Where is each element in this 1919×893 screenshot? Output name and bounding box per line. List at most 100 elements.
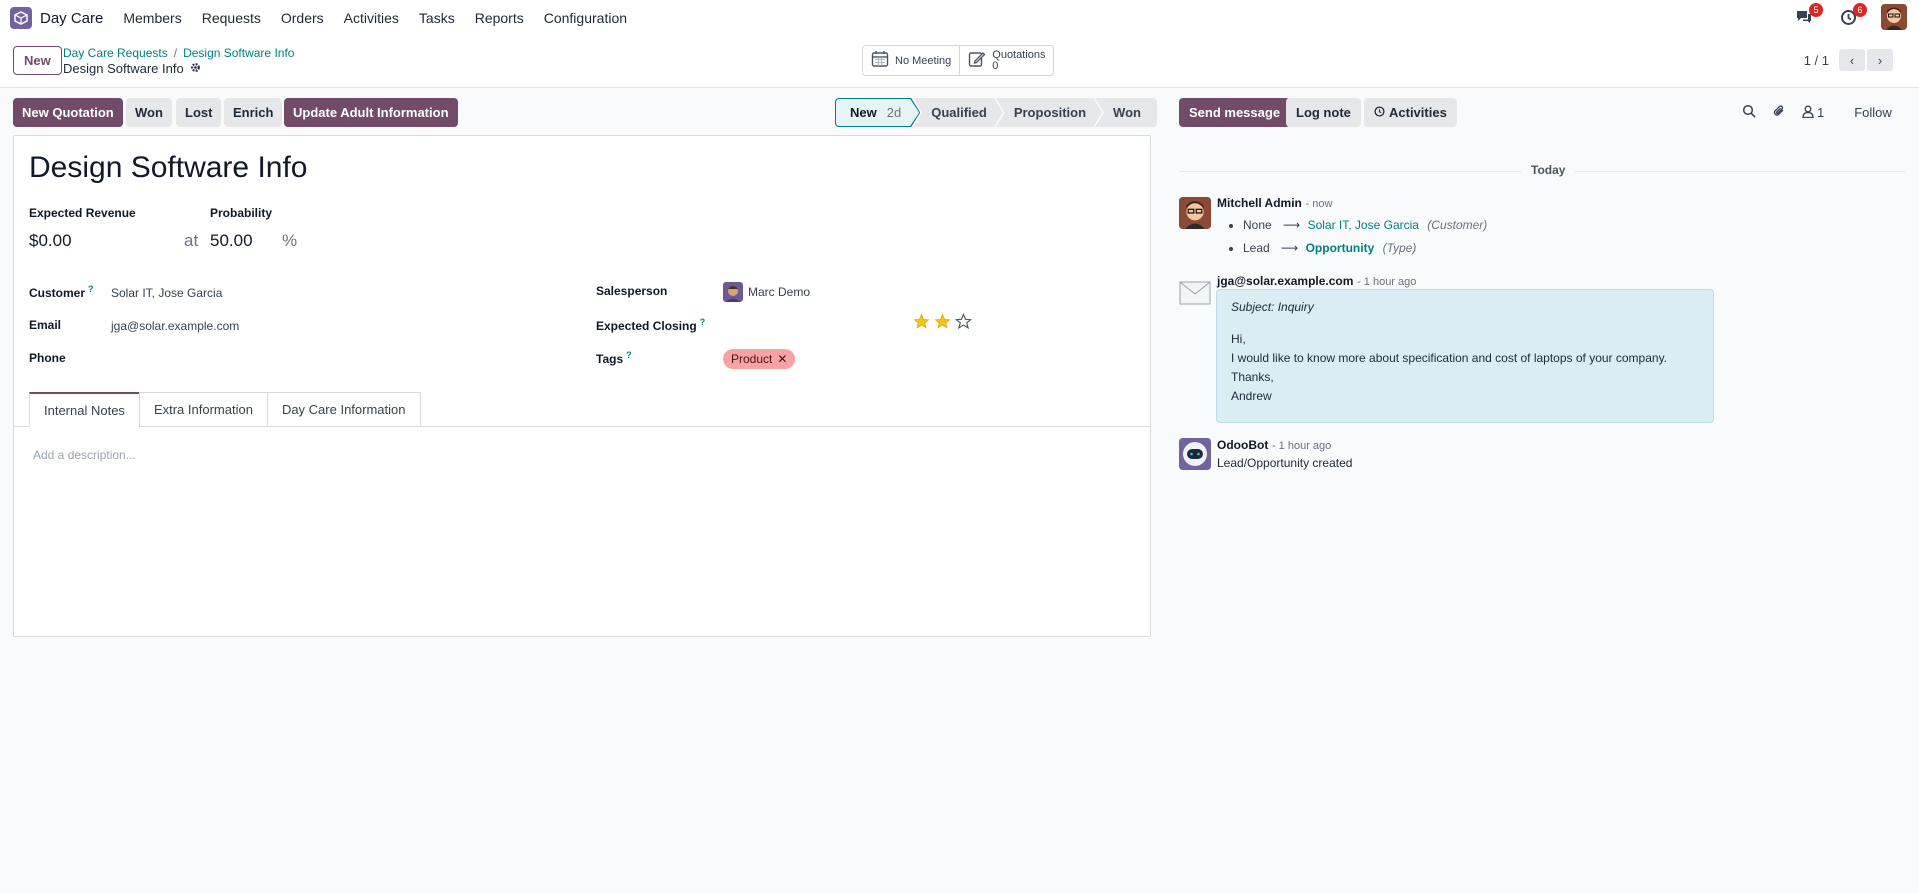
salesperson-avatar bbox=[723, 282, 743, 302]
follow-button[interactable]: Follow bbox=[1854, 105, 1892, 120]
stage-proposition[interactable]: Proposition bbox=[996, 98, 1102, 127]
message-mitchell-admin: Mitchell Admin - now bbox=[1217, 195, 1332, 210]
menu-requests[interactable]: Requests bbox=[202, 10, 261, 26]
change-old-value: None bbox=[1243, 218, 1272, 232]
paperclip-icon[interactable] bbox=[1772, 104, 1786, 121]
tags-help-icon[interactable]: ? bbox=[626, 350, 632, 360]
followers-button[interactable]: 1 bbox=[1802, 105, 1824, 121]
pager-next-button[interactable]: › bbox=[1867, 49, 1893, 71]
tag-remove-icon[interactable]: ✕ bbox=[777, 352, 787, 366]
chevron-left-icon: ‹ bbox=[1849, 52, 1855, 68]
message-author[interactable]: OdooBot bbox=[1217, 438, 1268, 452]
menu-configuration[interactable]: Configuration bbox=[544, 10, 627, 26]
messages-icon[interactable]: 5 bbox=[1793, 3, 1823, 28]
pager-value[interactable]: 1 / 1 bbox=[1804, 53, 1829, 68]
app-name[interactable]: Day Care bbox=[40, 10, 103, 27]
stage-qualified-label: Qualified bbox=[931, 105, 987, 120]
menu-tasks[interactable]: Tasks bbox=[419, 10, 455, 26]
email-line: Hi, bbox=[1231, 332, 1246, 346]
meeting-smart-button[interactable]: No Meeting bbox=[863, 46, 959, 75]
new-record-button[interactable]: New bbox=[13, 46, 62, 75]
message-odoobot: OdooBot - 1 hour ago bbox=[1217, 437, 1331, 452]
control-panel: New Day Care Requests / Design Software In… bbox=[0, 36, 1919, 88]
odoobot-avatar[interactable] bbox=[1179, 438, 1211, 470]
message-time: - now bbox=[1305, 198, 1333, 210]
probability-label: Probability bbox=[210, 206, 273, 220]
expected-closing-field[interactable] bbox=[723, 317, 893, 333]
gear-icon[interactable] bbox=[190, 61, 201, 76]
activities-button[interactable]: Activities bbox=[1364, 98, 1457, 127]
change-new-value[interactable]: Solar IT, Jose Garcia bbox=[1308, 218, 1419, 232]
tab-internal-notes[interactable]: Internal Notes bbox=[29, 392, 140, 427]
expected-revenue-field[interactable]: $0.00 bbox=[29, 231, 72, 251]
expected-closing-help-icon[interactable]: ? bbox=[700, 317, 706, 327]
log-note-button[interactable]: Log note bbox=[1286, 98, 1361, 127]
arrow-right-icon: ⟶ bbox=[1281, 241, 1299, 255]
activities-clock-icon[interactable]: 6 bbox=[1837, 3, 1867, 28]
pager-previous-button[interactable]: ‹ bbox=[1839, 49, 1865, 71]
stage-new-label: New bbox=[850, 105, 877, 120]
customer-label: Customer? bbox=[29, 284, 94, 300]
today-label: Today bbox=[1521, 163, 1576, 177]
calendar-icon bbox=[871, 50, 889, 71]
opportunity-title[interactable]: Design Software Info bbox=[29, 151, 307, 185]
email-field[interactable]: jga@solar.example.com bbox=[111, 319, 239, 333]
customer-field[interactable]: Solar IT, Jose Garcia bbox=[111, 286, 222, 300]
update-adult-information-button[interactable]: Update Adult Information bbox=[284, 98, 458, 127]
tag-product[interactable]: Product ✕ bbox=[723, 349, 796, 369]
messages-badge: 5 bbox=[1809, 3, 1823, 17]
customer-help-icon[interactable]: ? bbox=[88, 284, 94, 294]
phone-field[interactable] bbox=[111, 351, 411, 367]
app-logo-icon[interactable] bbox=[10, 7, 32, 29]
change-new-value[interactable]: Opportunity bbox=[1306, 241, 1375, 255]
tab-extra-information[interactable]: Extra Information bbox=[138, 392, 268, 427]
change-old-value: Lead bbox=[1243, 241, 1270, 255]
arrow-right-icon: ⟶ bbox=[1283, 218, 1301, 232]
change-field: (Customer) bbox=[1427, 218, 1488, 232]
message-author[interactable]: Mitchell Admin bbox=[1217, 196, 1302, 210]
clock-icon bbox=[1374, 105, 1385, 120]
menu-reports[interactable]: Reports bbox=[475, 10, 524, 26]
stage-won-label: Won bbox=[1113, 105, 1141, 120]
activities-button-label: Activities bbox=[1389, 105, 1447, 120]
salesperson-label: Salesperson bbox=[596, 284, 668, 298]
breadcrumb-parent-link[interactable]: Day Care Requests bbox=[63, 46, 168, 60]
breadcrumb-current-link[interactable]: Design Software Info bbox=[183, 46, 294, 60]
menu-activities[interactable]: Activities bbox=[344, 10, 399, 26]
lost-button[interactable]: Lost bbox=[176, 98, 222, 127]
message-author[interactable]: jga@solar.example.com bbox=[1217, 274, 1353, 288]
priority-star-1-icon[interactable] bbox=[913, 313, 930, 333]
new-quotation-button[interactable]: New Quotation bbox=[13, 98, 123, 127]
priority-star-2-icon[interactable] bbox=[934, 313, 951, 333]
menu-members[interactable]: Members bbox=[123, 10, 181, 26]
chatter-toolbar: 1 Follow bbox=[1742, 104, 1892, 121]
probability-field[interactable]: 50.00 bbox=[210, 231, 253, 251]
priority-star-3-icon[interactable] bbox=[954, 312, 973, 333]
tab-day-care-information[interactable]: Day Care Information bbox=[266, 392, 421, 427]
mitchell-admin-avatar[interactable] bbox=[1179, 197, 1211, 229]
breadcrumb: Day Care Requests / Design Software Info bbox=[63, 46, 294, 60]
search-icon[interactable] bbox=[1742, 104, 1756, 121]
email-line: I would like to know more about specific… bbox=[1231, 351, 1668, 365]
change-field: (Type) bbox=[1382, 241, 1417, 255]
stage-qualified[interactable]: Qualified bbox=[913, 98, 1003, 127]
description-editor[interactable]: Add a description... bbox=[33, 448, 136, 462]
user-icon bbox=[1802, 105, 1814, 121]
message-time: - 1 hour ago bbox=[1357, 276, 1417, 288]
send-message-button[interactable]: Send message bbox=[1179, 98, 1291, 127]
menu-orders[interactable]: Orders bbox=[281, 10, 324, 26]
stage-won[interactable]: Won bbox=[1095, 98, 1157, 127]
tracking-change-type: Lead ⟶ Opportunity (Type) bbox=[1243, 237, 1487, 260]
user-avatar[interactable] bbox=[1881, 4, 1907, 30]
notebook-tabs: Internal Notes Extra Information Day Car… bbox=[29, 392, 421, 427]
email-line: Andrew bbox=[1231, 389, 1272, 403]
won-button[interactable]: Won bbox=[126, 98, 172, 127]
stage-new[interactable]: New 2d bbox=[835, 98, 920, 127]
salesperson-field[interactable]: Marc Demo bbox=[723, 282, 810, 302]
stage-new-days: 2d bbox=[886, 105, 902, 120]
email-line: Thanks, bbox=[1231, 370, 1274, 384]
record-name: Design Software Info bbox=[63, 61, 184, 76]
quotations-smart-button[interactable]: Quotations 0 bbox=[959, 46, 1053, 75]
meeting-label: No Meeting bbox=[895, 54, 952, 67]
enrich-button[interactable]: Enrich bbox=[224, 98, 283, 127]
